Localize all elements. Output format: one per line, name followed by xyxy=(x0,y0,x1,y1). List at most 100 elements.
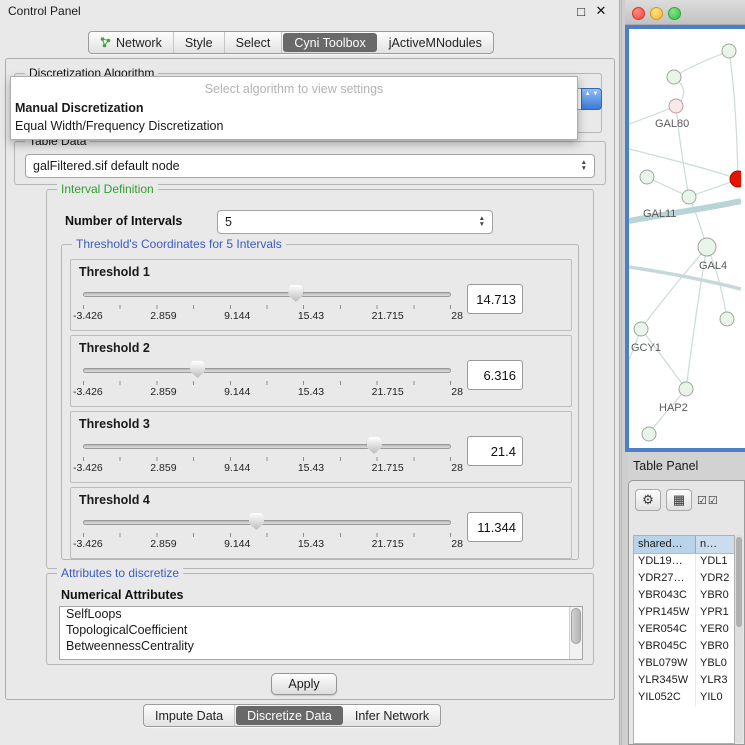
scale-label: 28 xyxy=(451,310,463,322)
tab-select[interactable]: Select xyxy=(225,32,283,53)
dropdown-placeholder: Select algorithm to view settings xyxy=(11,77,577,99)
slider-thumb[interactable] xyxy=(367,437,382,454)
scale-label: -3.426 xyxy=(73,538,103,550)
tab-infer-network[interactable]: Infer Network xyxy=(344,705,440,726)
node-label: GAL11 xyxy=(643,208,676,220)
network-node-gal80[interactable] xyxy=(669,99,683,113)
table-row[interactable]: YPR145WYPR1 xyxy=(634,605,734,622)
float-window-icon[interactable]: □ xyxy=(571,4,591,19)
threshold-label: Threshold 3 xyxy=(79,417,150,431)
tab-impute-data[interactable]: Impute Data xyxy=(144,705,235,726)
window-zoom-button[interactable] xyxy=(668,7,681,20)
attributes-list: SelfLoops TopologicalCoefficient Between… xyxy=(59,606,583,660)
selected-node-red[interactable] xyxy=(730,171,741,187)
tab-label: Style xyxy=(185,36,213,50)
list-item[interactable]: SelfLoops xyxy=(60,607,582,623)
threshold-label: Threshold 1 xyxy=(79,265,150,279)
column-header-name[interactable]: n… xyxy=(696,536,734,553)
network-node-gal4[interactable] xyxy=(698,238,716,256)
columns-icon[interactable]: ▦ xyxy=(666,489,692,511)
tab-style[interactable]: Style xyxy=(174,32,225,53)
slider-track[interactable] xyxy=(83,444,451,449)
scale-label: 9.144 xyxy=(224,462,250,474)
attributes-group: Attributes to discretize Numerical Attri… xyxy=(46,573,594,665)
threshold-label: Threshold 4 xyxy=(79,493,150,507)
thresholds-group: Threshold's Coordinates for 5 Intervals … xyxy=(61,244,579,560)
tab-label: Network xyxy=(116,36,162,50)
table-row[interactable]: YDL19…YDL1 xyxy=(634,554,734,571)
network-node-hap2[interactable] xyxy=(679,382,693,396)
threshold-value-field[interactable] xyxy=(467,360,523,390)
tab-discretize-data[interactable]: Discretize Data xyxy=(236,706,343,725)
network-view[interactable]: GAL80 GAL11 GAL4 GCY1 HAP2 xyxy=(625,25,745,452)
combo-arrows-icon: ▲ ▼ xyxy=(581,88,602,110)
threshold-panel-3: Threshold 3 -3.426 2.859 9.144 15.43 21.… xyxy=(70,411,572,483)
tab-network[interactable]: Network xyxy=(89,32,174,53)
table-toolbar: ⚙ ▦ ☑☑ xyxy=(635,489,719,511)
network-node[interactable] xyxy=(682,190,696,204)
table-row[interactable]: YDR27…YDR2 xyxy=(634,571,734,588)
slider-thumb[interactable] xyxy=(288,285,303,302)
network-node[interactable] xyxy=(667,70,681,84)
network-edges xyxy=(629,51,738,434)
threshold-panel-1: Threshold 1 -3.426 2.859 9.144 15.43 21.… xyxy=(70,259,572,331)
tab-label: Select xyxy=(236,36,271,50)
scrollbar-thumb[interactable] xyxy=(571,608,581,644)
list-item[interactable]: TopologicalCoefficient xyxy=(60,623,582,639)
threshold-value-field[interactable] xyxy=(467,284,523,314)
table-row[interactable]: YBL079WYBL0 xyxy=(634,656,734,673)
select-columns-icons[interactable]: ☑☑ xyxy=(697,494,719,507)
table-row[interactable]: YIL052CYIL0 xyxy=(634,690,734,707)
scale-label: 15.43 xyxy=(298,462,324,474)
threshold-slider[interactable] xyxy=(83,513,451,531)
slider-thumb[interactable] xyxy=(190,361,205,378)
scale-label: -3.426 xyxy=(73,386,103,398)
network-node[interactable] xyxy=(720,312,734,326)
window-close-button[interactable] xyxy=(632,7,645,20)
slider-thumb[interactable] xyxy=(249,513,264,530)
list-scrollbar[interactable] xyxy=(569,607,582,659)
apply-button[interactable]: Apply xyxy=(271,673,337,695)
gear-icon[interactable]: ⚙ xyxy=(635,489,661,511)
tab-cyni-toolbox[interactable]: Cyni Toolbox xyxy=(283,33,376,52)
column-header-shared-name[interactable]: shared… xyxy=(634,536,696,553)
table-panel: ⚙ ▦ ☑☑ shared… n… YDL19…YDL1 YDR27…YDR2 … xyxy=(628,480,745,745)
table-scrollbar[interactable] xyxy=(735,535,743,743)
table-row[interactable]: YER054CYER0 xyxy=(634,622,734,639)
table-row[interactable]: YLR345WYLR3 xyxy=(634,673,734,690)
node-label: GAL80 xyxy=(655,118,689,130)
slider-track[interactable] xyxy=(83,292,451,297)
list-item[interactable]: BetweennessCentrality xyxy=(60,639,582,655)
tab-label: Infer Network xyxy=(355,709,429,723)
threshold-slider[interactable] xyxy=(83,437,451,455)
window-minimize-button[interactable] xyxy=(650,7,663,20)
threshold-slider[interactable] xyxy=(83,361,451,379)
network-node[interactable] xyxy=(722,44,736,58)
table-data-group: Table Data galFiltered.sif default node … xyxy=(14,141,606,185)
algorithm-option-equal-width[interactable]: Equal Width/Frequency Discretization xyxy=(11,117,577,135)
threshold-slider[interactable] xyxy=(83,285,451,303)
algorithm-option-manual[interactable]: Manual Discretization xyxy=(11,99,577,117)
network-graph[interactable]: GAL80 GAL11 GAL4 GCY1 HAP2 xyxy=(629,29,741,448)
tab-jactivemnodules[interactable]: jActiveMNodules xyxy=(378,32,493,53)
network-icon xyxy=(100,37,111,48)
number-of-intervals-combobox[interactable]: 5 ▲ ▼ xyxy=(217,210,493,234)
scale-label: 9.144 xyxy=(224,310,250,322)
network-node[interactable] xyxy=(640,170,654,184)
network-node[interactable] xyxy=(642,427,656,441)
threshold-value-field[interactable] xyxy=(467,436,523,466)
threshold-value-field[interactable] xyxy=(467,512,523,542)
control-panel-tabs: Network Style Select Cyni Toolbox jActiv… xyxy=(88,31,494,54)
table-row[interactable]: YBR043CYBR0 xyxy=(634,588,734,605)
scrollbar-thumb[interactable] xyxy=(736,537,742,627)
slider-track[interactable] xyxy=(83,520,451,525)
slider-track[interactable] xyxy=(83,368,451,373)
table-row[interactable]: YBR045CYBR0 xyxy=(634,639,734,656)
close-icon[interactable]: ✕ xyxy=(591,3,611,19)
scale-label: -3.426 xyxy=(73,310,103,322)
thresholds-group-title: Threshold's Coordinates for 5 Intervals xyxy=(72,237,286,251)
slider-ticks xyxy=(83,381,451,385)
table-data-combobox[interactable]: galFiltered.sif default node ▲ ▼ xyxy=(25,154,595,178)
slider-scale: -3.426 2.859 9.144 15.43 21.715 28 xyxy=(73,386,463,398)
network-node-gcy1[interactable] xyxy=(634,322,648,336)
